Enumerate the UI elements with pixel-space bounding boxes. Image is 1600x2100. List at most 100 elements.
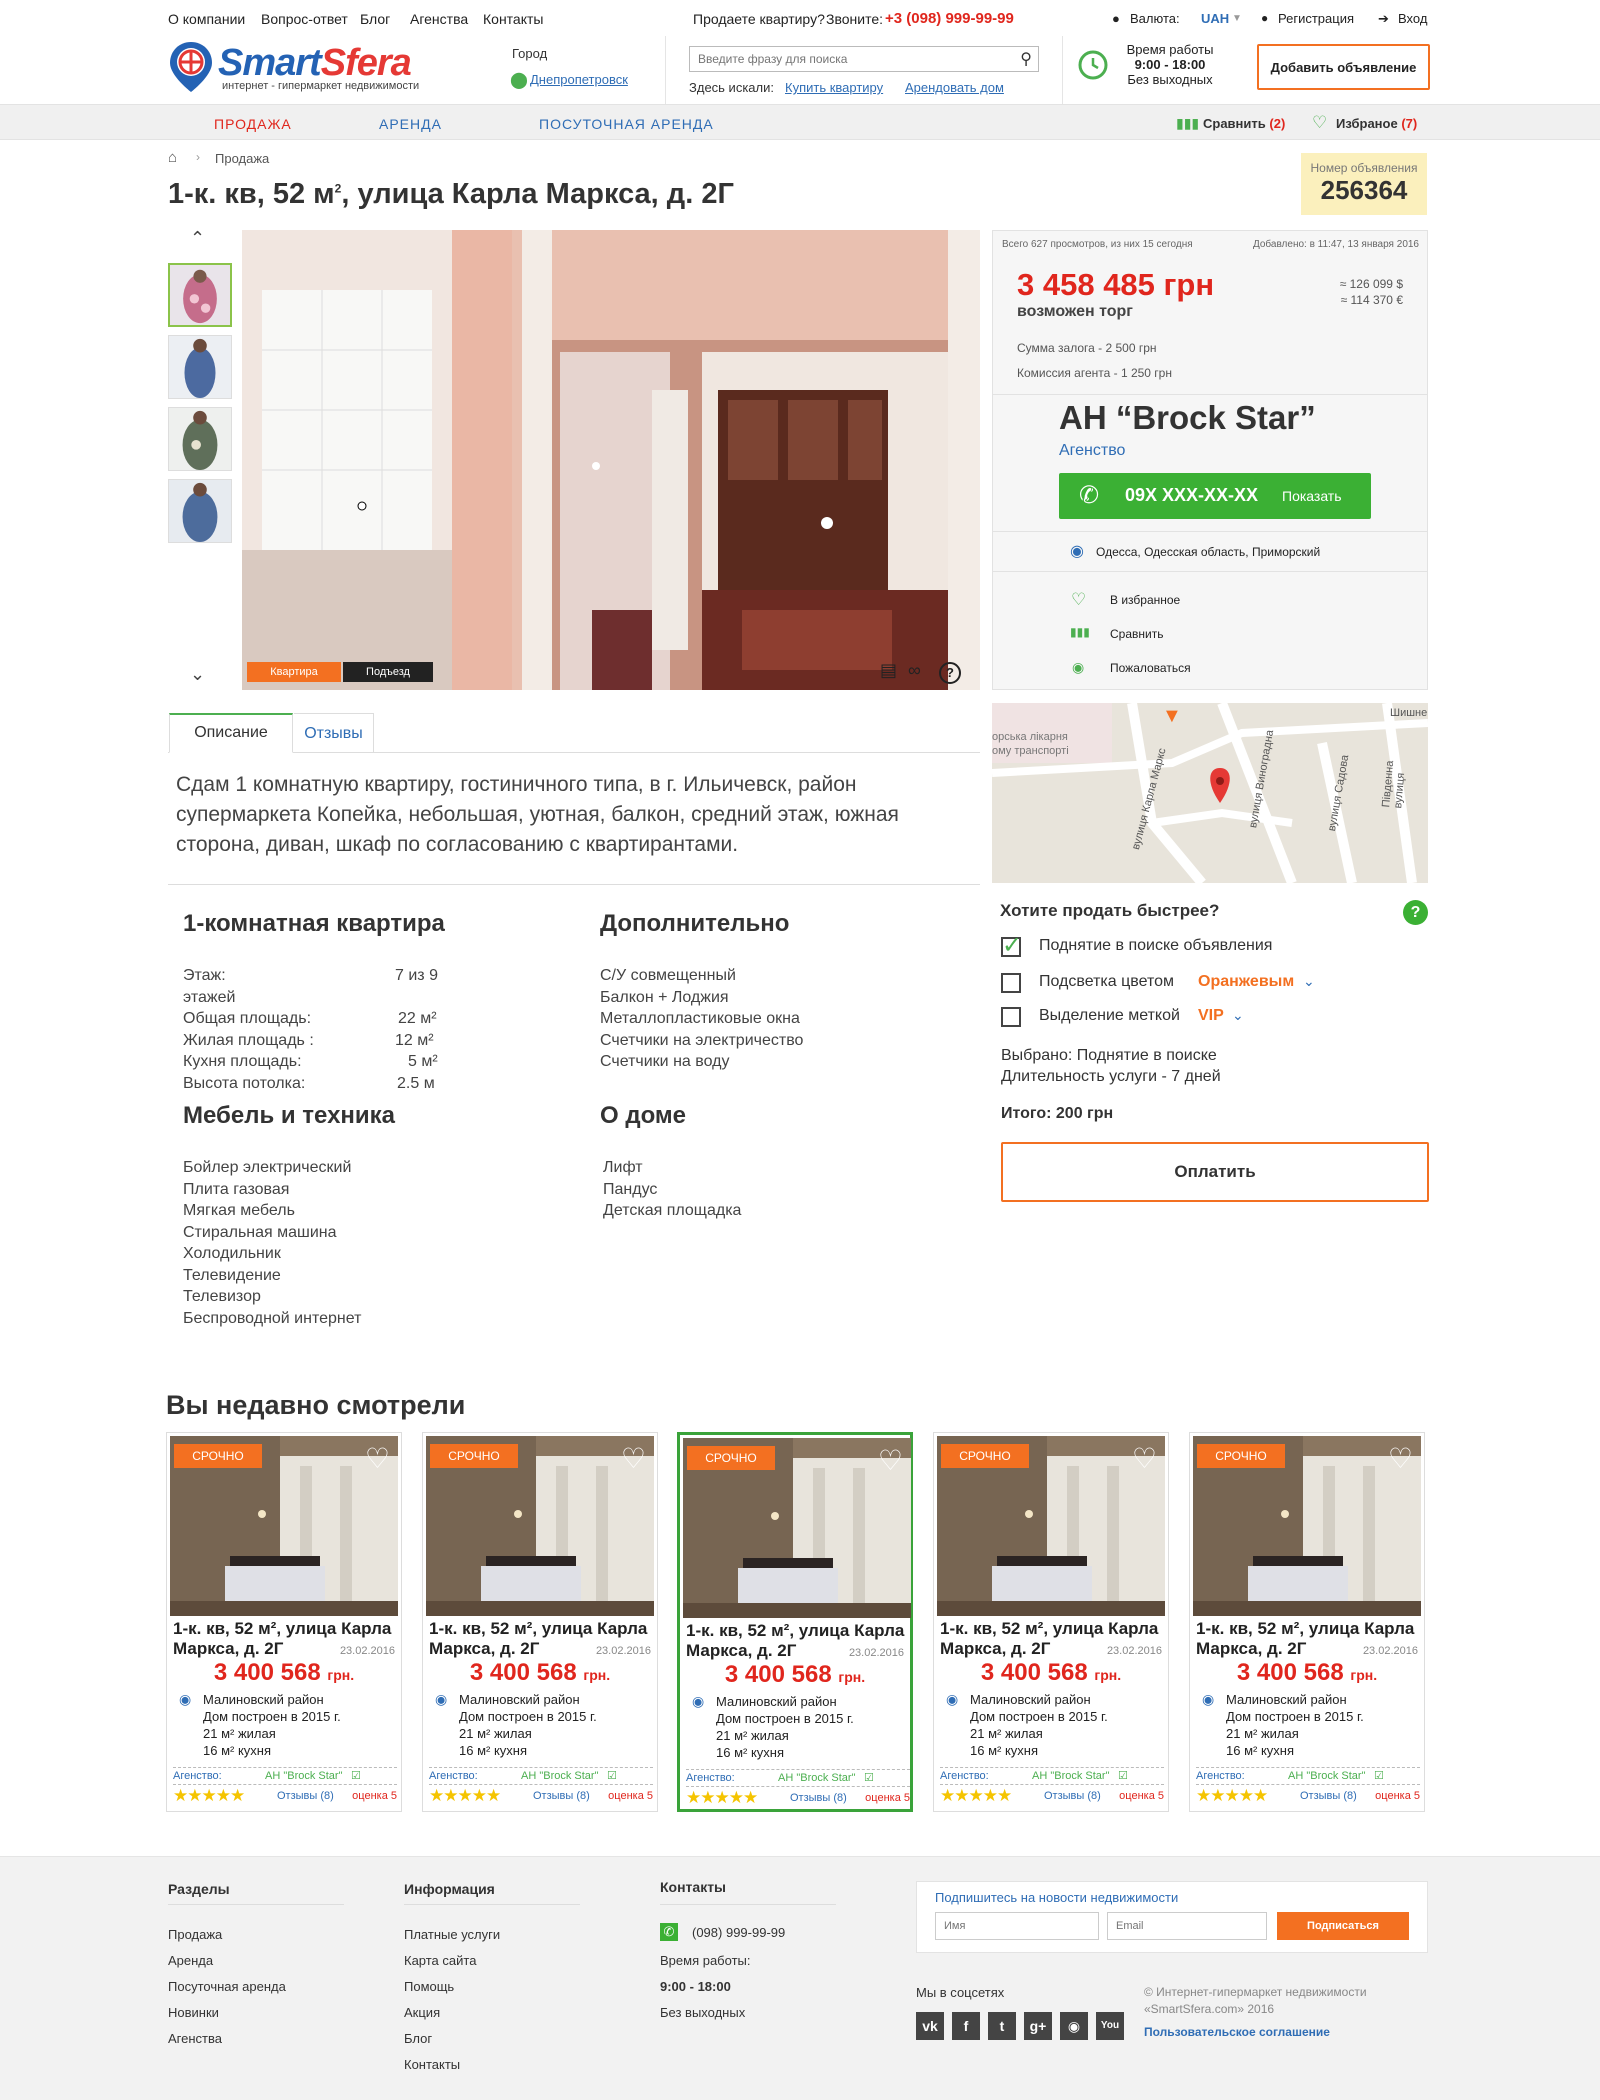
photo-tab-flat[interactable]: Квартира <box>247 662 341 682</box>
subscribe-button[interactable]: Подписаться <box>1277 1912 1409 1940</box>
breadcrumb[interactable]: Продажа <box>215 151 269 166</box>
color-select[interactable]: Оранжевым <box>1198 973 1294 991</box>
card-photo[interactable]: СРОЧНО ♡ <box>426 1436 654 1616</box>
footer-link[interactable]: Блог <box>404 2031 432 2046</box>
youtube-icon[interactable]: You <box>1096 2012 1124 2040</box>
nav-compare[interactable]: Сравнить (2) <box>1203 116 1285 131</box>
twitter-icon[interactable]: t <box>988 2012 1016 2040</box>
logo-globe-icon[interactable] <box>168 40 214 92</box>
card-reviews[interactable]: Отзывы (8) <box>533 1787 590 1805</box>
home-icon[interactable]: ⌂ <box>168 149 177 166</box>
gallery-thumbnail[interactable] <box>168 335 232 399</box>
city-select[interactable]: Днепропетровск <box>530 72 628 87</box>
photo-tab-entrance[interactable]: Подъезд <box>343 662 433 682</box>
thumb-up-icon[interactable]: ⌃ <box>190 228 205 249</box>
card-reviews[interactable]: Отзывы (8) <box>1044 1787 1101 1805</box>
compare-link[interactable]: Сравнить <box>1110 627 1163 641</box>
search-input[interactable] <box>690 47 1010 71</box>
share-icon[interactable]: ∞ <box>908 660 921 681</box>
add-listing-button[interactable]: Добавить объявление <box>1257 44 1430 90</box>
currency-select[interactable]: UAH <box>1201 11 1229 26</box>
card-reviews[interactable]: Отзывы (8) <box>1300 1787 1357 1805</box>
footer-link[interactable]: Карта сайта <box>404 1953 476 1968</box>
listing-card[interactable]: СРОЧНО ♡ 1-к. кв, 52 м², улица Карла Маркс… <box>933 1432 1169 1812</box>
card-agency-name[interactable]: АН "Brock Star" <box>778 1770 856 1786</box>
searched-link-buy[interactable]: Купить квартиру <box>785 80 883 95</box>
card-agency-name[interactable]: АН "Brock Star" <box>521 1768 599 1784</box>
footer-link[interactable]: Продажа <box>168 1927 222 1942</box>
footer-link[interactable]: Новинки <box>168 2005 219 2020</box>
help-icon[interactable]: ? <box>939 662 961 684</box>
facebook-icon[interactable]: f <box>952 2012 980 2040</box>
promo-checkbox-raise[interactable]: ✓ <box>1001 932 1022 959</box>
register-link[interactable]: Регистрация <box>1278 11 1354 26</box>
promo-checkbox-label[interactable] <box>1001 1007 1021 1027</box>
card-photo[interactable]: СРОЧНО ♡ <box>683 1438 911 1618</box>
gallery-thumbnail[interactable] <box>168 407 232 471</box>
google-plus-icon[interactable]: g+ <box>1024 2012 1052 2040</box>
subscribe-email-input[interactable] <box>1107 1912 1267 1940</box>
heart-icon[interactable]: ♡ <box>621 1442 646 1475</box>
heart-icon[interactable]: ♡ <box>1388 1442 1413 1475</box>
chevron-down-icon[interactable]: ▼ <box>1232 13 1242 24</box>
subscribe-name-input[interactable] <box>935 1912 1099 1940</box>
footer-link[interactable]: Контакты <box>404 2057 460 2072</box>
complain-link[interactable]: Пожаловаться <box>1110 661 1191 675</box>
heart-icon[interactable]: ♡ <box>1132 1442 1157 1475</box>
footer-link[interactable]: Посуточная аренда <box>168 1979 286 1994</box>
nav-rent[interactable]: АРЕНДА <box>379 116 442 132</box>
login-link[interactable]: Вход <box>1398 11 1427 26</box>
door-icon[interactable]: ▤ <box>880 660 897 681</box>
card-reviews[interactable]: Отзывы (8) <box>277 1787 334 1805</box>
listing-card[interactable]: СРОЧНО ♡ 1-к. кв, 52 м², улица Карла Маркс… <box>1189 1432 1425 1812</box>
map[interactable]: орська лікарня ому транспорті ▼ вулиця К… <box>992 703 1428 883</box>
listing-card[interactable]: СРОЧНО ♡ 1-к. кв, 52 м², улица Карла Маркс… <box>422 1432 658 1812</box>
main-photo[interactable]: Квартира Подъезд ▤ ∞ ? <box>242 230 980 690</box>
footer-link[interactable]: Акция <box>404 2005 440 2020</box>
vk-icon[interactable]: vk <box>916 2012 944 2040</box>
help-icon[interactable]: ? <box>1403 900 1428 925</box>
thumb-down-icon[interactable]: ⌄ <box>190 664 205 685</box>
tab-reviews[interactable]: Отзывы <box>294 713 374 753</box>
card-agency-name[interactable]: АН "Brock Star" <box>265 1768 343 1784</box>
nav-daily-rent[interactable]: ПОСУТОЧНАЯ АРЕНДА <box>539 116 714 132</box>
show-phone-button[interactable]: ✆ 09X XXX-XX-XX Показать <box>1059 473 1371 519</box>
card-agency-name[interactable]: АН "Brock Star" <box>1288 1768 1366 1784</box>
card-photo[interactable]: СРОЧНО ♡ <box>1193 1436 1421 1616</box>
promo-checkbox-color[interactable] <box>1001 973 1021 993</box>
heart-icon[interactable]: ♡ <box>365 1442 390 1475</box>
nav-favorites[interactable]: Избраное (7) <box>1336 116 1417 131</box>
gallery-thumbnail[interactable] <box>168 479 232 543</box>
agreement-link[interactable]: Пользовательское соглашение <box>1144 2025 1330 2039</box>
chevron-down-icon[interactable]: ⌄ <box>1232 1007 1244 1024</box>
card-reviews[interactable]: Отзывы (8) <box>790 1789 847 1807</box>
top-link-about[interactable]: О компании <box>168 11 245 27</box>
label-select[interactable]: VIP <box>1198 1007 1224 1025</box>
card-photo[interactable]: СРОЧНО ♡ <box>937 1436 1165 1616</box>
card-agency-name[interactable]: АН "Brock Star" <box>1032 1768 1110 1784</box>
heart-icon[interactable]: ♡ <box>878 1444 903 1477</box>
footer-link[interactable]: Агенства <box>168 2031 222 2046</box>
top-link-contacts[interactable]: Контакты <box>483 11 543 27</box>
listing-card[interactable]: СРОЧНО ♡ 1-к. кв, 52 м², улица Карла Маркс… <box>166 1432 402 1812</box>
top-link-faq[interactable]: Вопрос-ответ <box>261 11 348 27</box>
listing-card[interactable]: СРОЧНО ♡ 1-к. кв, 52 м², улица Карла Маркс… <box>677 1432 913 1812</box>
top-link-agencies[interactable]: Агенства <box>410 11 468 27</box>
add-to-favorites[interactable]: В избранное <box>1110 593 1180 607</box>
footer-link[interactable]: Платные услуги <box>404 1927 500 1942</box>
nav-sale[interactable]: ПРОДАЖА <box>214 116 292 132</box>
logo-text[interactable]: SmartSfera <box>218 42 412 85</box>
instagram-icon[interactable]: ◉ <box>1060 2012 1088 2040</box>
footer-link[interactable]: Аренда <box>168 1953 213 1968</box>
card-photo[interactable]: СРОЧНО ♡ <box>170 1436 398 1616</box>
footer-link[interactable]: Помощь <box>404 1979 454 1994</box>
search-icon[interactable]: ⚲ <box>1020 49 1032 69</box>
tab-description[interactable]: Описание <box>169 713 293 753</box>
searched-link-rent[interactable]: Арендовать дом <box>905 80 1004 95</box>
pay-button[interactable]: Оплатить <box>1001 1142 1429 1202</box>
top-phone[interactable]: +3 (098) 999-99-99 <box>885 10 1014 27</box>
gallery-thumbnail[interactable] <box>168 263 232 327</box>
footer-phone[interactable]: (098) 999-99-99 <box>692 1925 785 1940</box>
chevron-down-icon[interactable]: ⌄ <box>1303 973 1315 990</box>
top-link-blog[interactable]: Блог <box>360 11 390 27</box>
